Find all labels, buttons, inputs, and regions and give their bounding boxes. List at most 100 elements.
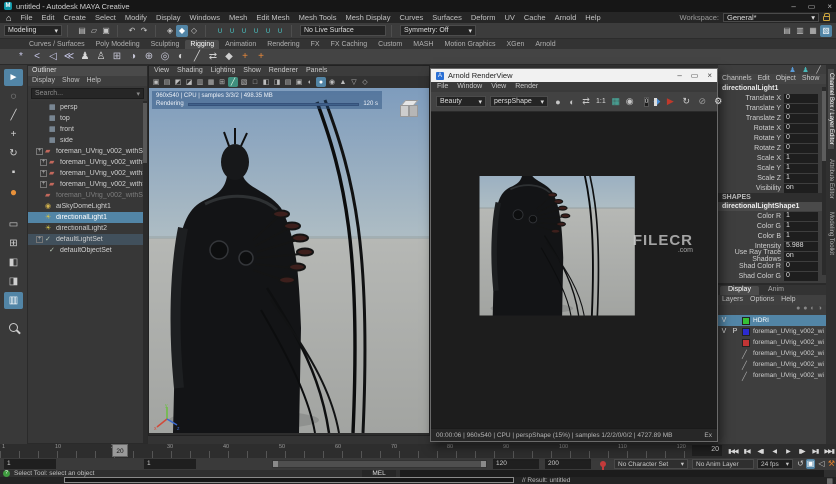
shelf-tab[interactable]: MASH <box>408 40 438 49</box>
selected-node-name[interactable]: directionalLight1 <box>718 84 826 93</box>
menu-item[interactable]: Windows <box>190 13 220 22</box>
2d-pan-icon[interactable]: ▦ <box>206 77 216 87</box>
bind-skin-icon[interactable]: ◐ <box>174 50 188 64</box>
display-layer-row[interactable]: foreman_UVrig_v002_withShad <box>718 370 826 381</box>
mirror-skin-icon[interactable]: ⇄ <box>206 50 220 64</box>
last-tool-button[interactable]: ● <box>4 183 23 200</box>
shelf-tab[interactable]: Arnold <box>530 40 560 49</box>
lock-camera-icon[interactable]: ▤ <box>162 77 172 87</box>
minimize-button[interactable]: – <box>791 2 795 11</box>
minimize-button[interactable]: – <box>677 71 681 80</box>
display-layer-row[interactable]: foreman_UVrig_v002_withShad <box>718 348 826 359</box>
multisample-icon[interactable]: ◐ <box>305 77 315 87</box>
outliner-item[interactable]: + foreman_UVrig_v002_withShader_4_md <box>28 157 147 168</box>
layer-visibility-toggle[interactable]: V <box>720 328 728 335</box>
close-button[interactable]: × <box>827 2 832 11</box>
layer-menu-item[interactable]: Help <box>781 296 795 304</box>
outliner-item[interactable]: + foreman_UVrig_v002_withShader_4_cor <box>28 168 147 179</box>
channel-value-field[interactable]: 0 <box>784 124 818 133</box>
shelf-tab[interactable]: FX <box>306 40 325 49</box>
mel-toggle-button[interactable]: MEL <box>362 470 396 477</box>
image-plane-icon[interactable]: ▥ <box>195 77 205 87</box>
select-component-icon[interactable]: ◇ <box>188 25 200 37</box>
isolate-select-icon[interactable]: ◉ <box>327 77 337 87</box>
crosshair-icon[interactable]: ◉ <box>624 96 636 108</box>
menu-item[interactable]: UV <box>504 13 514 22</box>
channel-value-field[interactable]: 1 <box>784 222 818 231</box>
add-joint-plus-icon[interactable]: + <box>254 50 268 64</box>
shape-node-name[interactable]: directionalLightShape1 <box>718 202 826 211</box>
channel-value-field[interactable]: 1 <box>784 174 818 183</box>
outliner-item[interactable]: + directionalLight1 <box>28 212 147 223</box>
snapshot-icon[interactable]: ● <box>552 96 564 108</box>
snap-view-icon[interactable]: ∪ <box>262 25 274 37</box>
renderview-menu-item[interactable]: Window <box>457 83 482 91</box>
panel-menu-item[interactable]: Show <box>243 67 261 75</box>
new-scene-icon[interactable]: ▤ <box>76 25 88 37</box>
arnold-renderview-window[interactable]: A Arnold RenderView – ▭ × FileWindowView… <box>430 68 718 442</box>
display-layer-row[interactable]: foreman_UVrig_v002_withShad <box>718 359 826 370</box>
exposure-toggle[interactable]: Ex <box>704 432 712 439</box>
open-scene-icon[interactable]: ▱ <box>88 25 100 37</box>
channel-value-field[interactable]: 1 <box>784 154 818 163</box>
menu-item[interactable]: File <box>20 13 32 22</box>
redo-icon[interactable]: ↷ <box>138 25 150 37</box>
anim-start-field[interactable]: 1 <box>4 459 56 469</box>
workspace-select[interactable]: General* ▾ <box>723 13 819 22</box>
outliner-item[interactable]: + top <box>28 113 147 124</box>
set-key-icon[interactable] <box>600 461 606 467</box>
viewport-canvas[interactable]: 960x540 | CPU | samples 3/3/2 | 498.35 M… <box>149 88 429 435</box>
shelf-tab[interactable]: Poly Modeling <box>91 40 145 49</box>
quick-rig-icon[interactable]: ♟ <box>78 50 92 64</box>
outliner-menu-item[interactable]: Help <box>86 77 100 85</box>
shelf-tab[interactable]: Curves / Surfaces <box>24 40 90 49</box>
abort-render-icon[interactable]: ⊘ <box>696 96 708 108</box>
outliner-item[interactable]: + foreman_UVrig_v002_withShader_4_rig <box>28 179 147 190</box>
layer-menu-item[interactable]: Options <box>750 296 774 304</box>
layer-color-swatch[interactable] <box>742 317 750 325</box>
menu-item[interactable]: Edit Mesh <box>256 13 289 22</box>
channel-value-field[interactable]: 5.988 <box>784 242 818 251</box>
sidebar-vertical-tab[interactable]: Channel Box / Layer Editor <box>828 69 834 149</box>
settings-gear-icon[interactable]: ⚙ <box>712 96 724 108</box>
auto-key-toggle-icon[interactable]: ▣ <box>806 459 815 469</box>
menu-item[interactable]: Surfaces <box>432 13 462 22</box>
current-frame-field[interactable]: 20 <box>692 445 722 456</box>
lattice-icon[interactable]: ⊞ <box>110 50 124 64</box>
maximize-button[interactable]: ▭ <box>691 71 699 80</box>
renderview-menu-item[interactable]: Render <box>515 83 538 91</box>
display-layer-row[interactable]: V P foreman_UVrig_v002_withShad <box>718 326 826 337</box>
layer-color-swatch[interactable] <box>742 339 750 347</box>
menu-item[interactable]: Create <box>63 13 86 22</box>
ik-handle-icon[interactable]: < <box>30 50 44 64</box>
outliner-menu-item[interactable]: Show <box>62 77 80 85</box>
menu-item[interactable]: Curves <box>399 13 423 22</box>
pose-icon[interactable]: ◆ <box>222 50 236 64</box>
step-fwd-key-button[interactable]: ▮▶ <box>795 448 809 455</box>
playback-end-field[interactable]: 120 <box>493 459 539 469</box>
cluster-icon[interactable]: ◑ <box>126 50 140 64</box>
render-image-area[interactable]: FILECR .com <box>431 112 717 428</box>
skeleton-icon[interactable]: ≪ <box>62 50 76 64</box>
script-editor-icon[interactable]: ▦ <box>826 477 833 484</box>
screen-ao-icon[interactable]: ▤ <box>283 77 293 87</box>
range-end-handle[interactable] <box>481 461 486 467</box>
menu-item[interactable]: Mesh <box>229 13 247 22</box>
channel-value-field[interactable]: 1 <box>784 164 818 173</box>
snap-grid-icon[interactable]: ∪ <box>214 25 226 37</box>
menu-item[interactable]: Modify <box>125 13 147 22</box>
refresh-render-icon[interactable]: ↻ <box>680 96 692 108</box>
camera-attrs-icon[interactable]: ◩ <box>173 77 183 87</box>
fps-select[interactable]: 24 fps ▾ <box>757 459 793 469</box>
channel-value-field[interactable]: 0 <box>784 134 818 143</box>
outliner-scrollbar[interactable] <box>143 101 147 443</box>
workspace-lock-icon[interactable] <box>823 16 830 21</box>
layout-single-pane[interactable]: ▭ <box>4 216 23 233</box>
channel-value-field[interactable]: 0 <box>784 144 818 153</box>
renderview-menu-item[interactable]: View <box>491 83 506 91</box>
outliner-item[interactable]: + foreman_UVrig_v002_withShader_4_mach <box>28 146 147 157</box>
maximize-button[interactable]: ▭ <box>808 2 816 11</box>
outliner-item[interactable]: + front <box>28 124 147 135</box>
display-layer-row[interactable]: foreman_UVrig_v002_withShade <box>718 337 826 348</box>
channel-value-field[interactable]: 0 <box>784 104 818 113</box>
